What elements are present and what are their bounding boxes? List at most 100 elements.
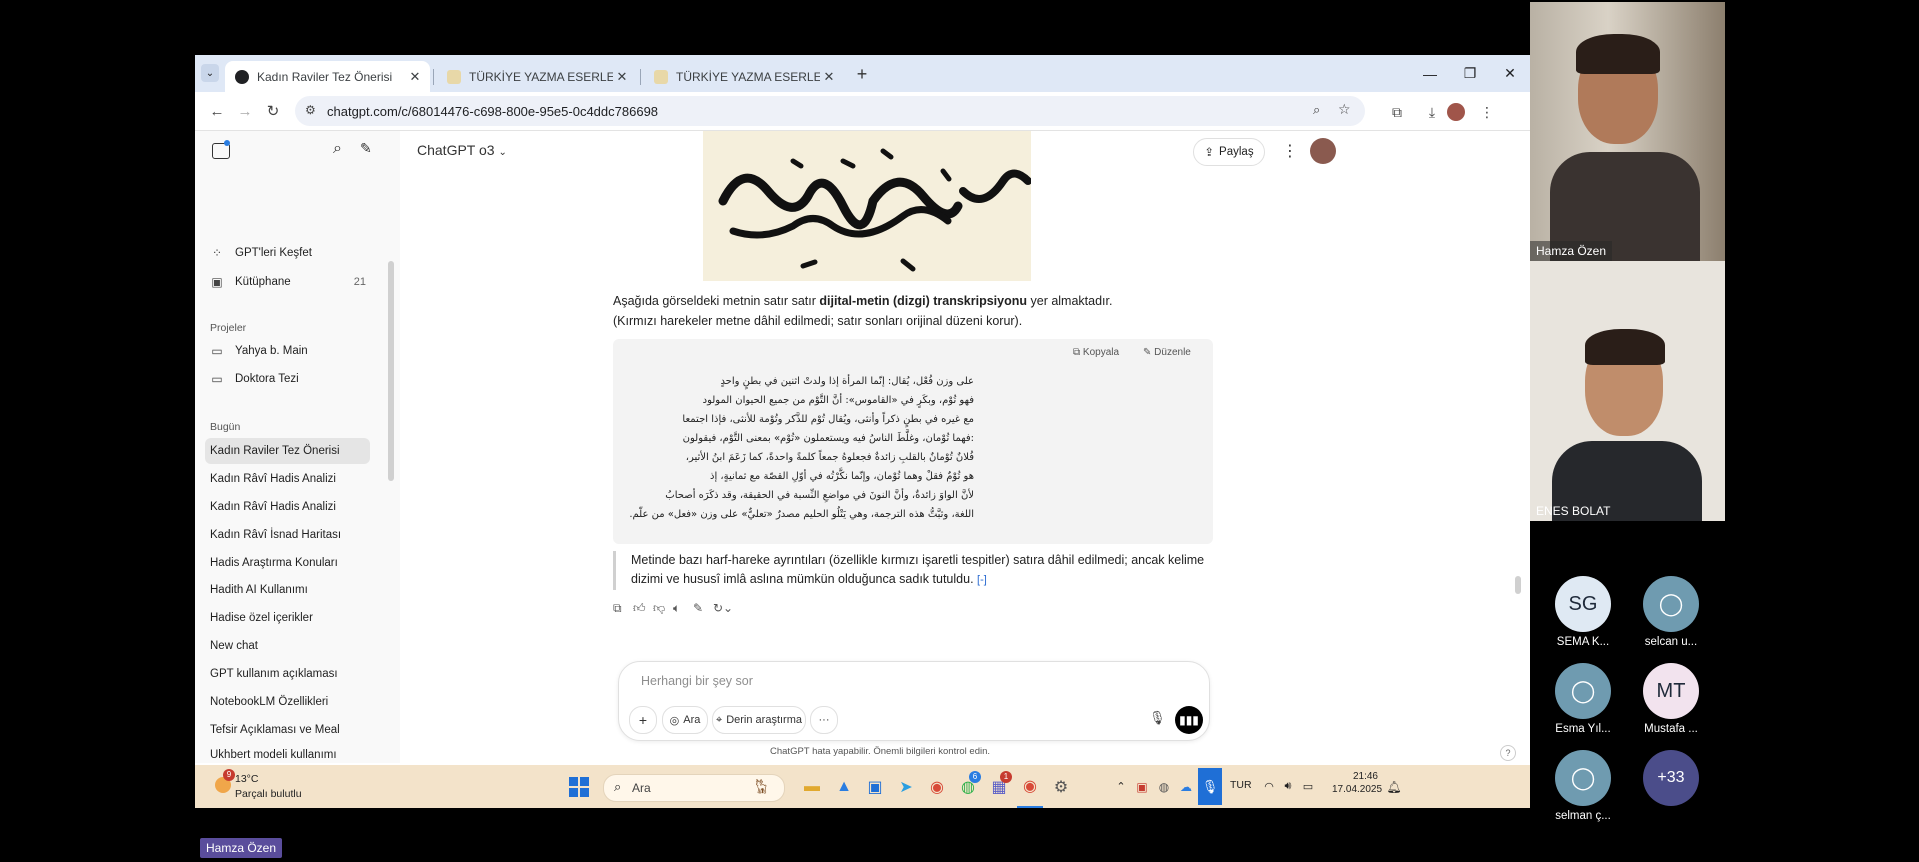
chat-item[interactable]: Kadın Râvî Hadis Analizi <box>205 466 370 492</box>
start-button[interactable] <box>565 765 593 808</box>
language-indicator[interactable]: TUR <box>1230 779 1252 791</box>
sidebar-scrollbar[interactable] <box>388 261 394 481</box>
search-icon[interactable]: ⌕ <box>333 140 342 158</box>
chrome-icon[interactable]: ◉ <box>924 765 950 808</box>
close-icon[interactable]: ✕ <box>820 69 838 85</box>
chat-item[interactable]: Tefsir Açıklaması ve Meal <box>205 717 370 743</box>
chat-item[interactable]: Hadis Araştırma Konuları <box>205 550 370 576</box>
add-attachment-button[interactable]: + <box>629 706 657 734</box>
thumbs-up-icon[interactable]: 👍︎ <box>633 601 646 616</box>
zoom-icon[interactable]: ⌕ <box>1313 102 1320 118</box>
edit-code-button[interactable]: ✎ Düzenle <box>1143 347 1191 358</box>
user-avatar[interactable] <box>1310 138 1336 164</box>
main-scrollbar[interactable] <box>1515 576 1521 594</box>
participant-tile[interactable]: ◯ selman ç... <box>1552 750 1614 822</box>
weather-widget[interactable]: 9 13°C Parçalı bulutlu <box>209 769 309 805</box>
downloads-icon[interactable]: ⤓ <box>1422 102 1442 122</box>
tab-bar: ⌄ Kadın Raviler Tez Önerisi ✕ TÜRKİYE YA… <box>195 55 1530 92</box>
photos-icon[interactable]: ▲ <box>831 765 857 808</box>
taskbar-search-label: Ara <box>632 781 651 795</box>
sidebar-item-library[interactable]: ▣ Kütüphane 21 <box>205 270 370 294</box>
video-tile-speaker[interactable]: ENES BOLAT <box>1530 261 1725 521</box>
extensions-icon[interactable]: ⧉ <box>1387 102 1407 122</box>
more-tools-button[interactable]: ··· <box>810 706 838 734</box>
microphone-icon[interactable]: 🎙︎ <box>1149 710 1166 726</box>
reload-button[interactable]: ↻ <box>261 99 285 123</box>
store-icon[interactable]: ▣ <box>862 765 888 808</box>
url-bar[interactable]: ⚙ chatgpt.com/c/68014476-c698-800e-95e5-… <box>295 96 1365 126</box>
whatsapp-icon[interactable]: ◍ 6 <box>955 765 981 808</box>
file-explorer-icon[interactable]: ▬ <box>799 765 825 808</box>
chat-item[interactable]: Kadın Râvî Hadis Analizi <box>205 494 370 520</box>
chat-item[interactable]: New chat <box>205 633 370 659</box>
chat-item[interactable]: Hadith AI Kullanımı <box>205 577 370 603</box>
tray-network-app-icon[interactable]: ◍ <box>1155 765 1173 808</box>
close-icon[interactable]: ✕ <box>406 69 424 85</box>
manuscript-image[interactable] <box>703 131 1031 281</box>
more-participants-tile[interactable]: +33 <box>1640 750 1702 806</box>
wifi-icon[interactable]: ◠ <box>1261 765 1277 808</box>
teams-icon[interactable]: ▦ 1 <box>986 765 1012 808</box>
tray-overflow-icon[interactable]: ⌃ <box>1113 765 1129 808</box>
deep-research-button[interactable]: ⌖ Derin araştırma <box>712 706 806 734</box>
participant-tile[interactable]: MT Mustafa ... <box>1640 663 1702 735</box>
chat-item-active[interactable]: Kadın Raviler Tez Önerisi <box>205 438 370 464</box>
profile-avatar[interactable] <box>1447 103 1465 121</box>
tray-app-icon[interactable]: ▣ <box>1133 765 1151 808</box>
tab[interactable]: TÜRKİYE YAZMA ESERLER KURU ✕ <box>437 61 637 92</box>
source-reference[interactable]: [-] <box>977 574 987 586</box>
tab-active[interactable]: Kadın Raviler Tez Önerisi ✕ <box>225 61 430 92</box>
chat-item[interactable]: GPT kullanım açıklaması <box>205 661 370 687</box>
menu-dots-icon[interactable]: ⋮ <box>1477 102 1497 122</box>
chat-item[interactable]: Ukhbert modeli kullanımı <box>205 744 370 763</box>
model-selector[interactable]: ChatGPT o3 ⌄ <box>417 142 507 158</box>
presenter-label: Hamza Özen <box>200 838 283 858</box>
tab-title: TÜRKİYE YAZMA ESERLER KURU <box>469 69 613 84</box>
onedrive-icon[interactable]: ☁ <box>1177 765 1195 808</box>
close-icon[interactable]: ✕ <box>613 69 631 85</box>
new-tab-button[interactable]: + <box>851 64 873 86</box>
sidebar-item-gpts[interactable]: ⁘ GPT'leri Keşfet <box>205 241 370 265</box>
pencil-icon: ✎ <box>1143 347 1152 358</box>
voice-mode-button[interactable]: ▮▮▮ <box>1175 706 1203 734</box>
clock[interactable]: 21:46 17.04.2025 <box>1332 771 1382 795</box>
project-item[interactable]: ▭ Yahya b. Main <box>205 339 370 363</box>
settings-icon[interactable]: ⚙ <box>1048 765 1074 808</box>
share-button[interactable]: ⇪ Paylaş <box>1193 138 1265 166</box>
tab-list-button[interactable]: ⌄ <box>201 64 219 82</box>
tab[interactable]: TÜRKİYE YAZMA ESERLER KURU ✕ <box>644 61 844 92</box>
volume-icon[interactable]: 🔊︎ <box>1280 765 1296 808</box>
edit-icon[interactable]: ✎ <box>693 601 703 615</box>
copy-code-button[interactable]: ⧉ Kopyala <box>1073 347 1119 358</box>
taskbar-search[interactable]: ⌕ Ara 🦌︎ <box>603 774 785 802</box>
telegram-icon[interactable]: ➤ <box>893 765 919 808</box>
chat-item[interactable]: Kadın Râvî İsnad Haritası <box>205 522 370 548</box>
notifications-icon[interactable]: 🔔︎ <box>1385 765 1403 808</box>
copy-icon[interactable]: ⧉ <box>613 601 622 616</box>
back-button[interactable]: ← <box>205 99 229 123</box>
chat-item[interactable]: NotebookLM Özellikleri <box>205 689 370 715</box>
thumbs-down-icon[interactable]: 👎︎ <box>653 601 665 616</box>
battery-icon[interactable]: ▭ <box>1299 765 1317 808</box>
close-window-button[interactable]: ✕ <box>1490 55 1530 92</box>
participant-tile[interactable]: ◯ Esma Yıl... <box>1552 663 1614 735</box>
prompt-input[interactable]: Herhangi bir şey sor <box>641 674 753 688</box>
chrome-active-icon[interactable]: ◉ <box>1017 765 1043 808</box>
forward-button[interactable]: → <box>233 99 257 123</box>
search-tool-button[interactable]: ◎ Ara <box>662 706 708 734</box>
site-settings-icon[interactable]: ⚙ <box>305 103 316 117</box>
minimize-button[interactable]: — <box>1410 55 1450 92</box>
bookmark-star-icon[interactable]: ☆ <box>1338 101 1351 118</box>
project-item[interactable]: ▭ Doktora Tezi <box>205 367 370 391</box>
chat-item[interactable]: Hadise özel içerikler <box>205 605 370 631</box>
new-chat-icon[interactable]: ✎ <box>360 140 372 157</box>
video-tile-speaker[interactable]: Hamza Özen <box>1530 2 1725 261</box>
regenerate-icon[interactable]: ↻⌄ <box>713 601 733 615</box>
participant-tile[interactable]: ◯ selcan u... <box>1640 576 1702 648</box>
help-icon[interactable]: ? <box>1500 745 1516 761</box>
more-options-icon[interactable]: ⋮ <box>1282 141 1298 161</box>
microphone-in-use-icon[interactable]: 🎙︎ <box>1198 768 1222 805</box>
participant-tile[interactable]: SG SEMA K... <box>1552 576 1614 648</box>
restore-button[interactable]: ❐ <box>1450 55 1490 92</box>
read-aloud-icon[interactable]: 🔈︎ <box>673 601 680 616</box>
